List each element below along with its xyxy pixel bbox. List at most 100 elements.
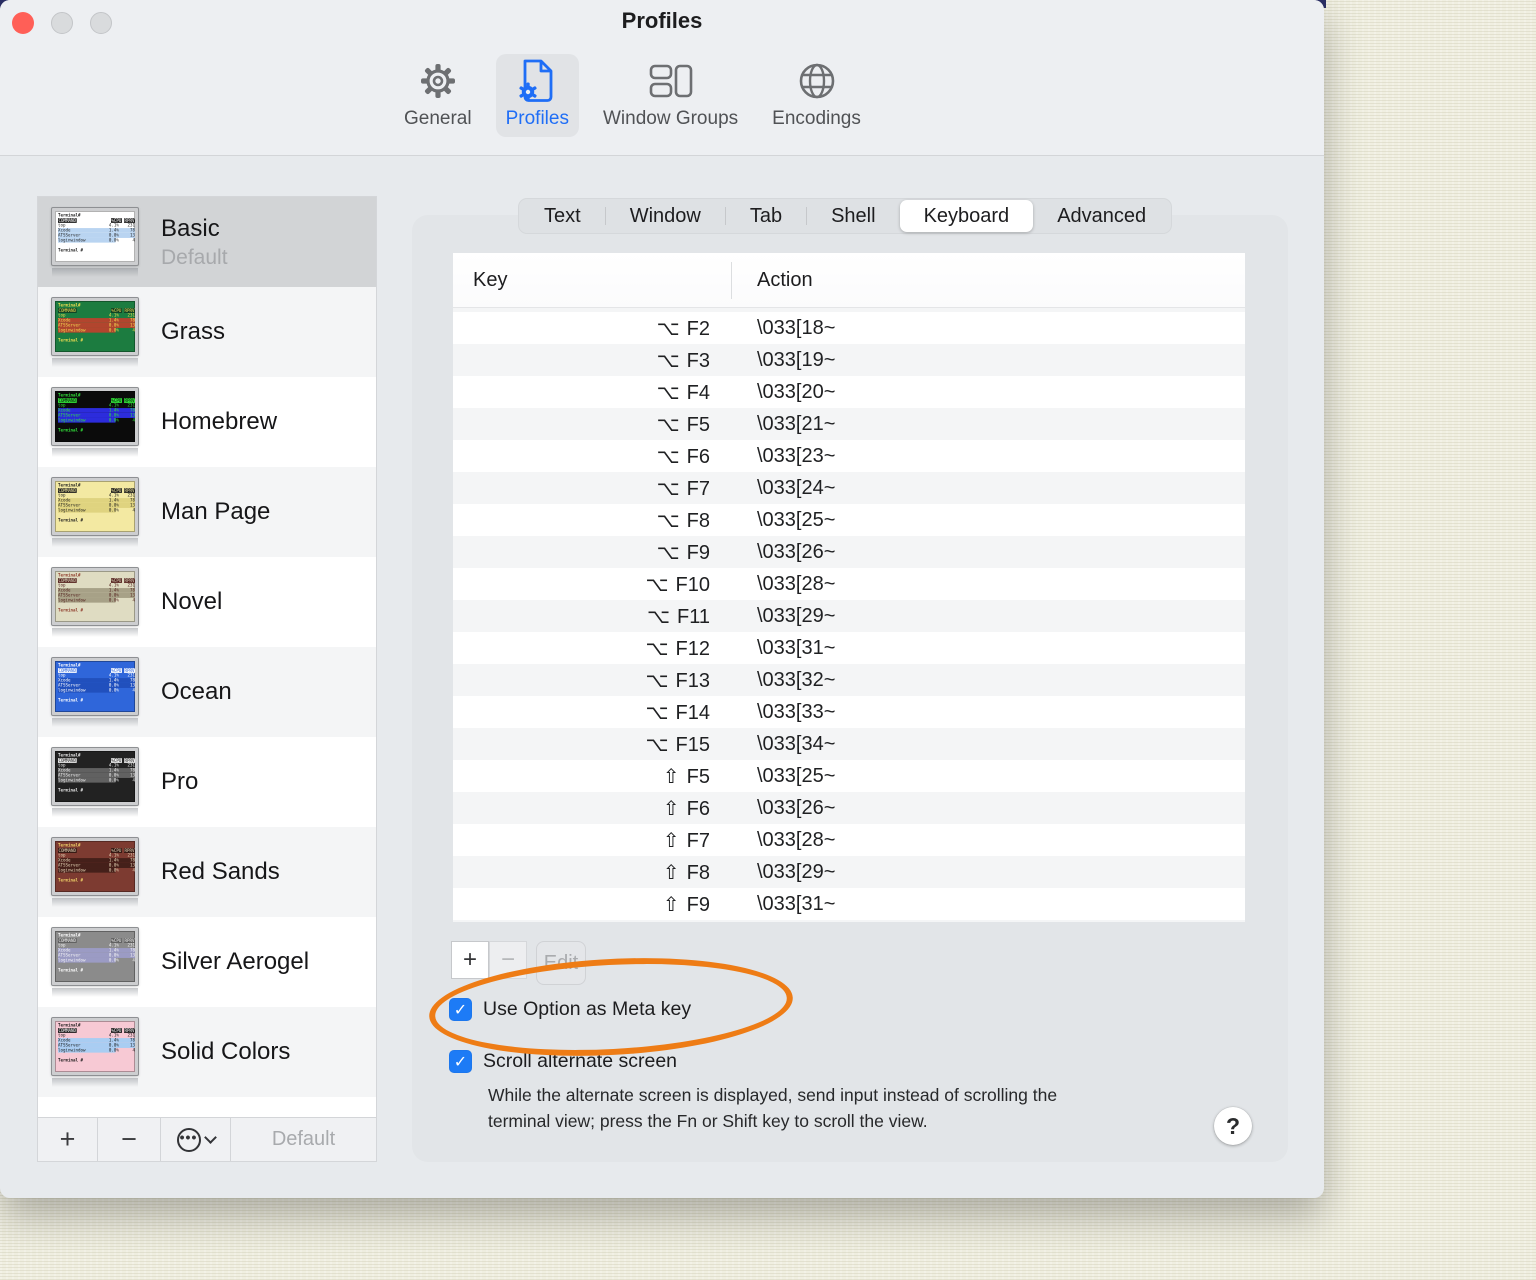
profile-label-column: Novel (161, 588, 222, 616)
key-mapping-row[interactable]: ⌥ F11 \033[29~ (453, 600, 1245, 632)
mini-mem-value: 231K (127, 222, 138, 228)
checkbox-checked[interactable]: ✓ (449, 1050, 472, 1073)
key-mapping-row[interactable]: ⌥ F5 \033[21~ (453, 408, 1245, 440)
key-mapping-row[interactable]: ⇧ F7 \033[28~ (453, 824, 1245, 856)
mini-col-mem: RPRVT (123, 307, 138, 313)
mini-mem-value: 231K (127, 582, 138, 588)
mini-process-name: loginwindow (58, 777, 86, 782)
key-cell: ⇧ F7 (453, 828, 731, 853)
key-cell: ⌥ F3 (453, 348, 731, 373)
column-header-key[interactable]: Key (453, 269, 731, 292)
profile-list-footer: + − ••• Default (38, 1117, 376, 1161)
key-mapping-row[interactable]: ⌥ F12 \033[31~ (453, 632, 1245, 664)
toolbar-item-window-groups[interactable]: Window Groups (593, 54, 748, 137)
mini-terminal-row: Xcode 1.4% 78M (58, 857, 138, 863)
add-profile-button[interactable]: + (38, 1118, 98, 1161)
profile-name: Novel (161, 588, 223, 615)
mini-mem-value: 78M (130, 857, 138, 862)
tab-shell[interactable]: Shell (807, 200, 899, 232)
profile-list-item[interactable]: Terminal# COMMAND %CPU RPRVT top 4.1% 231K Xcod… (38, 557, 376, 647)
key-cell: ⇧ F6 (453, 796, 731, 821)
action-cell: \033[26~ (757, 540, 836, 563)
profile-list-item[interactable]: Terminal# COMMAND %CPU RPRVT top 4.1% 231K Xcod… (38, 1007, 376, 1097)
mini-col-command: COMMAND (58, 757, 77, 763)
mini-terminal-row: top 4.1% 231K (58, 1032, 135, 1037)
profile-list-item[interactable]: Terminal# COMMAND %CPU RPRVT top 4.1% 231K Xcod… (38, 917, 376, 1007)
profile-thumbnail: Terminal# COMMAND %CPU RPRVT top 4.1% 231K Xcod… (51, 386, 144, 457)
action-cell: \033[25~ (757, 508, 836, 531)
mini-cpu-value: 4.1% (108, 312, 119, 318)
profile-thumbnail: Terminal# COMMAND %CPU RPRVT top 4.1% 231K Xcod… (51, 926, 144, 997)
edit-mapping-button[interactable]: Edit (536, 941, 586, 985)
mini-col-command: COMMAND (58, 577, 77, 583)
profile-list-item[interactable]: Terminal# COMMAND %CPU RPRVT top 4.1% 231K Xcod… (38, 647, 376, 737)
key-mapping-row[interactable]: ⌥ F2 \033[18~ (453, 312, 1245, 344)
key-mapping-row[interactable]: ⌥ F8 \033[25~ (453, 504, 1245, 536)
tab-text[interactable]: Text (520, 200, 605, 232)
key-mapping-row[interactable]: ⌥ F13 \033[32~ (453, 664, 1245, 696)
key-mapping-row[interactable]: ⇧ F6 \033[26~ (453, 792, 1245, 824)
mini-terminal-prompt: Terminal # (58, 427, 84, 432)
remove-profile-button[interactable]: − (98, 1118, 161, 1161)
mini-mem-value: 4M (132, 957, 138, 962)
key-mapping-row[interactable]: ⇧ F9 \033[31~ (453, 888, 1245, 920)
set-default-button[interactable]: Default (231, 1118, 376, 1161)
key-mapping-row[interactable]: ⌥ F10 \033[28~ (453, 568, 1245, 600)
mini-terminal-preview: Terminal# COMMAND %CPU RPRVT top 4.1% 231K Xcod… (51, 476, 139, 536)
key-mapping-row[interactable]: ⇧ F5 \033[25~ (453, 760, 1245, 792)
mini-col-mem: RPRVT (123, 487, 138, 493)
profile-list-item[interactable]: Terminal# COMMAND %CPU RPRVT top 4.1% 231K Xcod… (38, 737, 376, 827)
key-mapping-row[interactable]: ⌥ F9 \033[26~ (453, 536, 1245, 568)
tab-advanced[interactable]: Advanced (1033, 200, 1170, 232)
key-cell: ⌥ F9 (453, 540, 731, 565)
add-mapping-button[interactable]: + (451, 941, 489, 979)
profile-list-item[interactable]: Terminal# COMMAND %CPU RPRVT top 4.1% 231K Xcod… (38, 377, 376, 467)
mini-cpu-value: 0.0% (108, 507, 119, 512)
mini-cpu-value: 0.0% (108, 412, 119, 417)
key-mapping-row[interactable]: ⇧ F8 \033[29~ (453, 856, 1245, 888)
profile-list-item[interactable]: Terminal# COMMAND %CPU RPRVT top 4.1% 231K Xcod… (38, 197, 376, 287)
mini-terminal-row: loginwindow 0.0% 4M (58, 417, 135, 423)
profile-label-column: Grass (161, 318, 225, 346)
mini-cpu-value: 1.4% (108, 1037, 119, 1042)
mini-mem-value: 78M (130, 677, 138, 682)
mini-process-name: loginwindow (58, 507, 86, 512)
mini-cpu-value: 1.4% (108, 317, 119, 322)
profile-list-item[interactable]: Terminal# COMMAND %CPU RPRVT top 4.1% 231K Xcod… (38, 827, 376, 917)
mini-process-name: ATSServer (58, 412, 81, 417)
tab-window[interactable]: Window (606, 200, 725, 232)
mini-col-mem: RPRVT (123, 577, 138, 583)
mini-terminal-row: loginwindow 0.0% 4M (58, 777, 135, 783)
action-cell: \033[26~ (757, 796, 836, 819)
thumbnail-reflection (52, 987, 138, 997)
mini-terminal-prompt: Terminal # (58, 1057, 84, 1062)
shift-icon: ⇧ (662, 827, 680, 852)
tab-tab[interactable]: Tab (726, 200, 806, 232)
toolbar-item-encodings[interactable]: Encodings (762, 54, 871, 137)
key-mapping-row[interactable]: ⌥ F15 \033[34~ (453, 728, 1245, 760)
more-options-button[interactable]: ••• (161, 1118, 231, 1161)
profile-list-item[interactable]: Terminal# COMMAND %CPU RPRVT top 4.1% 231K Xcod… (38, 287, 376, 377)
mini-cpu-value: 1.4% (108, 857, 119, 862)
key-mapping-row[interactable]: ⌥ F6 \033[23~ (453, 440, 1245, 472)
key-mapping-row[interactable]: ⌥ F4 \033[20~ (453, 376, 1245, 408)
key-mapping-row[interactable]: ⌥ F3 \033[19~ (453, 344, 1245, 376)
column-header-action[interactable]: Action (731, 269, 813, 292)
key-mapping-row[interactable]: ⌥ F14 \033[33~ (453, 696, 1245, 728)
mini-cpu-value: 0.0% (108, 772, 119, 777)
key-mapping-row[interactable]: ⌥ F7 \033[24~ (453, 472, 1245, 504)
remove-mapping-button[interactable]: − (489, 941, 527, 979)
mini-process-name: top (58, 582, 66, 588)
checkbox-checked[interactable]: ✓ (449, 998, 472, 1021)
mini-process-name: ATSServer (58, 952, 81, 957)
tab-keyboard[interactable]: Keyboard (899, 200, 1034, 232)
key-cell: ⌥ F12 (453, 636, 731, 661)
mini-terminal-row: Xcode 1.4% 78M (58, 407, 135, 413)
toolbar-item-profiles[interactable]: Profiles (495, 54, 579, 137)
key-cell: ⌥ F6 (453, 444, 731, 469)
toolbar-item-general[interactable]: General (394, 54, 482, 137)
help-button[interactable]: ? (1214, 1107, 1252, 1145)
mini-terminal-content: Terminal# COMMAND %CPU RPRVT top 4.1% 231K Xcod… (58, 843, 138, 883)
profile-list-item[interactable]: Terminal# COMMAND %CPU RPRVT top 4.1% 231K Xcod… (38, 467, 376, 557)
action-cell: \033[25~ (757, 764, 836, 787)
